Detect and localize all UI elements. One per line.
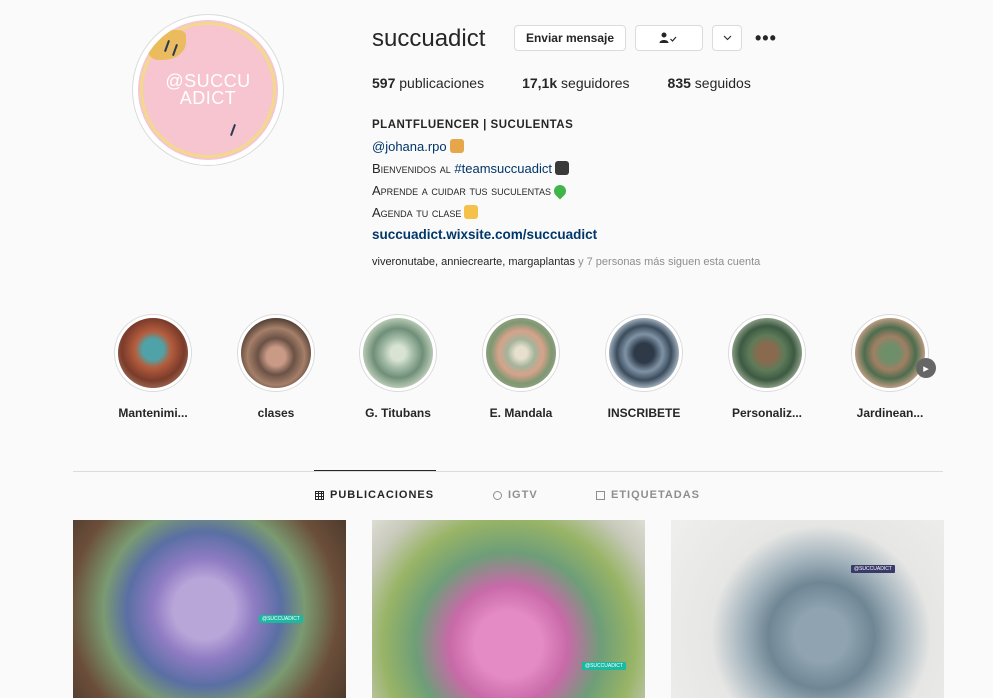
igtv-icon [493, 490, 502, 500]
post-thumbnail[interactable]: @SUCCUADICT [671, 520, 944, 698]
following-button[interactable] [635, 25, 703, 51]
tab-etiquetadas-label: ETIQUETADAS [611, 489, 701, 501]
bio-mention-link[interactable]: @johana.rpo [372, 139, 447, 154]
highlight-cover-image [732, 318, 802, 388]
highlight-label: Jardinean... [856, 406, 924, 420]
highlight-label: INSCRIBETE [607, 406, 681, 420]
highlight-item[interactable]: Personaliz... [722, 314, 812, 420]
following-stat[interactable]: 835 seguidos [668, 75, 751, 91]
highlight-item[interactable]: G. Titubans [353, 314, 443, 420]
posts-stat[interactable]: 597 publicaciones [372, 75, 484, 91]
followed-by-rest: y 7 personas más siguen esta cuenta [575, 256, 761, 268]
highlight-label: Personaliz... [731, 406, 803, 420]
followed-by-text[interactable]: viveronutabe, anniecrearte, margaplantas… [372, 256, 760, 268]
tab-publicaciones[interactable]: PUBLICACIONES [315, 489, 434, 501]
highlight-cover-image [609, 318, 679, 388]
tab-igtv[interactable]: IGTV [493, 489, 538, 501]
profile-avatar[interactable]: @SUCCU ADICT [132, 14, 284, 166]
bio-welcome-text: Bienvenidos al [372, 161, 455, 176]
highlight-item[interactable]: Mantenimi... [108, 314, 198, 420]
bio-name: PLANTFLUENCER | SUCULENTAS [372, 119, 574, 131]
bio-schedule-text: Agenda tu clase [372, 205, 462, 220]
tagged-icon [596, 490, 605, 500]
more-options-icon[interactable]: ••• [755, 28, 777, 49]
highlight-cover-image [363, 318, 433, 388]
highlight-cover-image [118, 318, 188, 388]
highlight-label: E. Mandala [489, 406, 553, 420]
post-watermark-tag: @SUCCUADICT [582, 662, 626, 670]
highlight-label: clases [257, 406, 295, 420]
post-watermark-tag: @SUCCUADICT [259, 615, 303, 623]
bio-hashtag-link[interactable]: #teamsuccuadict [454, 161, 552, 176]
tab-igtv-label: IGTV [508, 489, 538, 501]
post-thumbnail[interactable]: @SUCCUADICT [73, 520, 346, 698]
chevron-down-icon [723, 35, 731, 41]
post-watermark-tag: @SUCCUADICT [851, 565, 895, 573]
grid-icon [315, 490, 324, 500]
highlight-label: G. Titubans [365, 406, 431, 420]
highlight-item[interactable]: INSCRIBETE [599, 314, 689, 420]
bio-website-link[interactable]: succuadict.wixsite.com/succuadict [372, 227, 597, 242]
tab-etiquetadas[interactable]: ETIQUETADAS [596, 489, 700, 501]
bio-learn-text: Aprende a cuidar tus suculentas [372, 183, 551, 198]
followers-stat[interactable]: 17,1k seguidores [522, 75, 629, 91]
avatar-logo-text: @SUCCU ADICT [165, 71, 251, 108]
followed-by-names[interactable]: viveronutabe, anniecrearte, margaplantas [372, 256, 575, 268]
highlight-cover-image [241, 318, 311, 388]
send-message-button[interactable]: Enviar mensaje [514, 25, 626, 51]
pointing-down-emoji-icon [464, 205, 479, 219]
notepad-emoji-icon [554, 161, 569, 175]
profile-bio: PLANTFLUENCER | SUCULENTAS @johana.rpo B… [372, 114, 597, 246]
highlight-item[interactable]: clases [231, 314, 321, 420]
profile-stats: 597 publicaciones 17,1k seguidores 835 s… [372, 75, 789, 91]
post-thumbnail[interactable]: @SUCCUADICT [372, 520, 645, 698]
highlight-item[interactable]: E. Mandala [476, 314, 566, 420]
person-check-icon [659, 32, 677, 43]
profile-username: succuadict [372, 25, 486, 52]
highlight-label: Mantenimi... [118, 406, 188, 420]
highlight-cover-image [486, 318, 556, 388]
avatar-image: @SUCCU ADICT [138, 20, 278, 160]
raising-hand-emoji-icon [449, 139, 464, 153]
highlights-next-arrow-icon[interactable]: ▸ [916, 358, 936, 378]
tab-publicaciones-label: PUBLICACIONES [330, 489, 435, 501]
active-tab-indicator [314, 470, 436, 471]
suggestions-dropdown-button[interactable] [712, 25, 742, 51]
tabs-divider [73, 471, 943, 472]
green-heart-emoji-icon [551, 182, 569, 200]
highlight-cover-image [855, 318, 925, 388]
